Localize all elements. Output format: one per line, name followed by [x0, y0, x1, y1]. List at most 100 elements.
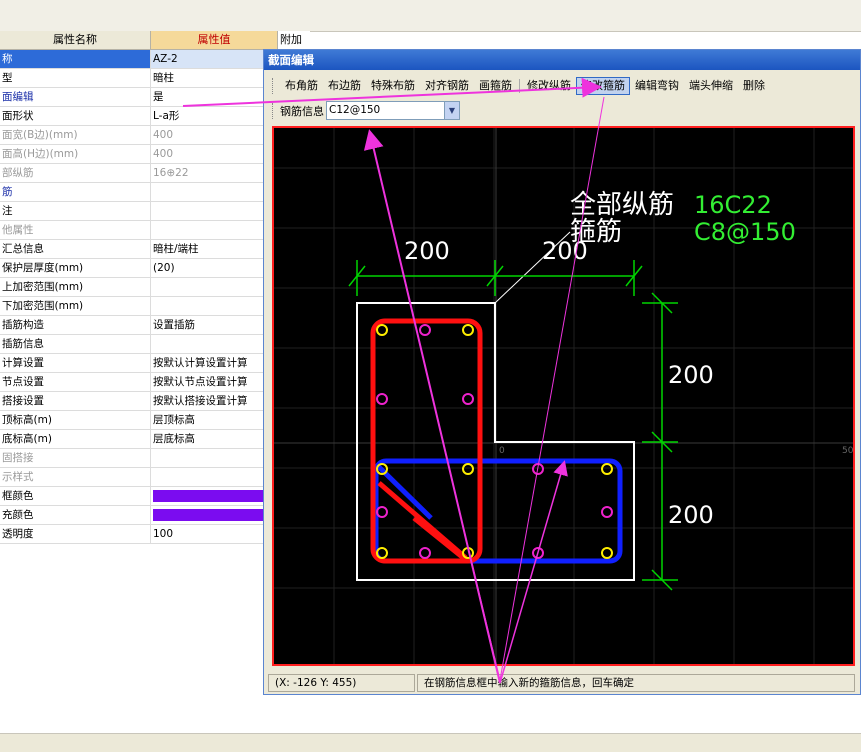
- property-name[interactable]: 插筋信息: [0, 335, 151, 353]
- property-name[interactable]: 筋: [0, 183, 151, 201]
- property-value[interactable]: 按默认计算设置计算: [151, 354, 277, 372]
- property-name[interactable]: 称: [0, 50, 151, 68]
- property-row[interactable]: 注: [0, 202, 277, 221]
- property-value[interactable]: 暗柱: [151, 69, 277, 87]
- property-name[interactable]: 计算设置: [0, 354, 151, 372]
- property-row[interactable]: 汇总信息 暗柱/端柱: [0, 240, 277, 259]
- property-name[interactable]: 面高(H边)(mm): [0, 145, 151, 163]
- property-value[interactable]: [151, 335, 277, 353]
- property-row[interactable]: 面形状 L-a形: [0, 107, 277, 126]
- property-name[interactable]: 示样式: [0, 468, 151, 486]
- property-row[interactable]: 上加密范围(mm): [0, 278, 277, 297]
- property-value[interactable]: [151, 278, 277, 296]
- property-row[interactable]: 示样式: [0, 468, 277, 487]
- property-value[interactable]: AZ-2: [151, 50, 277, 68]
- dialog-title[interactable]: 截面编辑: [264, 50, 860, 70]
- property-value[interactable]: 按默认搭接设置计算: [151, 392, 277, 410]
- property-row[interactable]: 面宽(B边)(mm) 400: [0, 126, 277, 145]
- property-value[interactable]: [151, 487, 277, 505]
- column-header-value[interactable]: 属性值: [151, 31, 277, 49]
- property-row[interactable]: 面高(H边)(mm) 400: [0, 145, 277, 164]
- property-value[interactable]: 设置插筋: [151, 316, 277, 334]
- toolbar-button[interactable]: 编辑弯钩: [630, 77, 684, 95]
- property-name[interactable]: 框颜色: [0, 487, 151, 505]
- property-name[interactable]: 顶标高(m): [0, 411, 151, 429]
- property-value[interactable]: [151, 449, 277, 467]
- rebar-info-combo[interactable]: C12@150 ▼: [326, 101, 460, 120]
- property-value[interactable]: 暗柱/端柱: [151, 240, 277, 258]
- toolbar-grip[interactable]: [272, 102, 276, 119]
- property-row[interactable]: 型暗柱: [0, 69, 277, 88]
- property-row[interactable]: 保护层厚度(mm) (20): [0, 259, 277, 278]
- property-name[interactable]: 汇总信息: [0, 240, 151, 258]
- property-row[interactable]: 顶标高(m) 层顶标高: [0, 411, 277, 430]
- property-value[interactable]: [151, 221, 277, 239]
- property-name[interactable]: 底标高(m): [0, 430, 151, 448]
- dimension-right[interactable]: [642, 292, 678, 591]
- property-name[interactable]: 部纵筋: [0, 164, 151, 182]
- property-value[interactable]: 层顶标高: [151, 411, 277, 429]
- toolbar-button[interactable]: 布角筋: [280, 77, 323, 95]
- property-value[interactable]: 是: [151, 88, 277, 106]
- property-row[interactable]: 计算设置 按默认计算设置计算: [0, 354, 277, 373]
- property-name[interactable]: 他属性: [0, 221, 151, 239]
- toolbar-button[interactable]: 修改纵筋: [522, 77, 576, 95]
- property-name[interactable]: 下加密范围(mm): [0, 297, 151, 315]
- property-name[interactable]: 面编辑: [0, 88, 151, 106]
- toolbar-button[interactable]: 画箍筋: [474, 77, 517, 95]
- drawing-canvas[interactable]: 200 200 200 200 全部纵筋 箍筋 16C22 C8@150 0 5…: [272, 126, 855, 666]
- property-value[interactable]: 层底标高: [151, 430, 277, 448]
- toolbar-grip[interactable]: [272, 78, 276, 94]
- property-value[interactable]: [151, 506, 277, 524]
- dimension-top[interactable]: [348, 260, 643, 296]
- property-name[interactable]: 面宽(B边)(mm): [0, 126, 151, 144]
- toolbar-button[interactable]: 特殊布筋: [366, 77, 420, 95]
- color-swatch[interactable]: [153, 490, 263, 502]
- property-name[interactable]: 型: [0, 69, 151, 87]
- property-value[interactable]: (20): [151, 259, 277, 277]
- property-name[interactable]: 固搭接: [0, 449, 151, 467]
- property-value[interactable]: [151, 202, 277, 220]
- property-name[interactable]: 上加密范围(mm): [0, 278, 151, 296]
- property-row[interactable]: 节点设置 按默认节点设置计算: [0, 373, 277, 392]
- property-row[interactable]: 他属性: [0, 221, 277, 240]
- property-row[interactable]: 框颜色: [0, 487, 277, 506]
- property-value[interactable]: [151, 468, 277, 486]
- property-row[interactable]: 插筋构造 设置插筋: [0, 316, 277, 335]
- toolbar-button[interactable]: 布边筋: [323, 77, 366, 95]
- property-row[interactable]: 称 AZ-2: [0, 50, 277, 69]
- toolbar-button[interactable]: 修改箍筋: [576, 77, 630, 95]
- property-name[interactable]: 注: [0, 202, 151, 220]
- property-row[interactable]: 部纵筋 16⊕22: [0, 164, 277, 183]
- dropdown-arrow-icon[interactable]: ▼: [444, 102, 459, 119]
- color-swatch[interactable]: [153, 509, 263, 521]
- property-name[interactable]: 节点设置: [0, 373, 151, 391]
- property-row[interactable]: 筋: [0, 183, 277, 202]
- property-row[interactable]: 固搭接: [0, 449, 277, 468]
- property-row[interactable]: 插筋信息: [0, 335, 277, 354]
- property-name[interactable]: 透明度: [0, 525, 151, 543]
- property-row[interactable]: 充颜色: [0, 506, 277, 525]
- property-row[interactable]: 透明度 100: [0, 525, 277, 544]
- property-value[interactable]: [151, 183, 277, 201]
- property-row[interactable]: 底标高(m) 层底标高: [0, 430, 277, 449]
- property-name[interactable]: 面形状: [0, 107, 151, 125]
- property-row[interactable]: 下加密范围(mm): [0, 297, 277, 316]
- property-name[interactable]: 保护层厚度(mm): [0, 259, 151, 277]
- property-row[interactable]: 搭接设置 按默认搭接设置计算: [0, 392, 277, 411]
- property-name[interactable]: 充颜色: [0, 506, 151, 524]
- property-name[interactable]: 搭接设置: [0, 392, 151, 410]
- toolbar-button[interactable]: 删除: [738, 77, 770, 95]
- property-value[interactable]: 400: [151, 145, 277, 163]
- column-header-extra[interactable]: 附加: [277, 31, 310, 50]
- toolbar-button[interactable]: 端头伸缩: [684, 77, 738, 95]
- toolbar-button[interactable]: 对齐钢筋: [420, 77, 474, 95]
- property-value[interactable]: 按默认节点设置计算: [151, 373, 277, 391]
- rebar-info-value[interactable]: C12@150: [327, 102, 444, 119]
- property-value[interactable]: 400: [151, 126, 277, 144]
- property-value[interactable]: L-a形: [151, 107, 277, 125]
- property-name[interactable]: 插筋构造: [0, 316, 151, 334]
- property-value[interactable]: 16⊕22: [151, 164, 277, 182]
- property-value[interactable]: 100: [151, 525, 277, 543]
- property-value[interactable]: [151, 297, 277, 315]
